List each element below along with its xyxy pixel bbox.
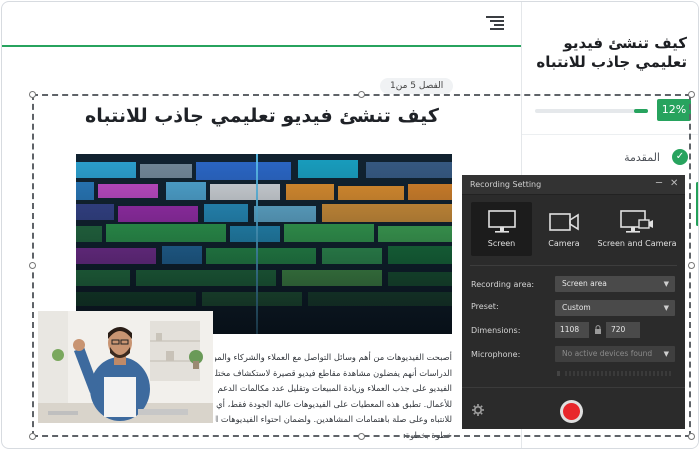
chapter-indicator: الفصل 5 من1 bbox=[380, 78, 454, 94]
resize-handle[interactable] bbox=[29, 433, 36, 440]
preset-select[interactable]: Custom ▼ bbox=[555, 300, 675, 316]
record-button[interactable] bbox=[560, 400, 583, 423]
chevron-down-icon: ▼ bbox=[663, 304, 669, 312]
select-value: No active devices found bbox=[562, 349, 653, 358]
chevron-down-icon: ▼ bbox=[663, 350, 669, 358]
panel-titlebar[interactable]: Recording Setting ─ ✕ bbox=[462, 175, 685, 195]
camera-icon bbox=[549, 210, 579, 236]
sidebar-scrollbar[interactable] bbox=[696, 182, 698, 226]
resize-handle[interactable] bbox=[688, 91, 695, 98]
recording-area-label: Recording area: bbox=[471, 280, 535, 289]
course-title: كيف تنشئ فيديو تعليمي جاذب للانتباه bbox=[536, 34, 687, 71]
mode-label: Camera bbox=[548, 239, 580, 248]
gear-icon[interactable] bbox=[472, 404, 484, 418]
select-value: Custom bbox=[562, 303, 591, 312]
dimensions-label: Dimensions: bbox=[471, 326, 521, 335]
panel-footer-divider bbox=[462, 387, 685, 388]
mode-screen-button[interactable]: Screen bbox=[471, 202, 532, 256]
microphone-level-meter bbox=[557, 369, 675, 376]
chevron-down-icon: ▼ bbox=[663, 280, 669, 288]
mode-camera-button[interactable]: Camera bbox=[536, 202, 592, 256]
panel-title: Recording Setting bbox=[470, 180, 542, 189]
width-input[interactable]: 1108 bbox=[555, 322, 589, 338]
preset-label: Preset: bbox=[471, 302, 499, 311]
webcam-preview[interactable] bbox=[38, 311, 213, 423]
microphone-select[interactable]: No active devices found ▼ bbox=[555, 346, 675, 362]
mode-screen-and-camera-button[interactable]: Screen and Camera bbox=[595, 202, 679, 256]
panel-divider bbox=[470, 265, 677, 266]
screen-camera-icon bbox=[620, 210, 654, 236]
resize-handle[interactable] bbox=[29, 91, 36, 98]
mode-label: Screen and Camera bbox=[597, 239, 677, 248]
mode-label: Screen bbox=[487, 239, 516, 248]
record-icon bbox=[563, 403, 580, 420]
close-icon[interactable]: ✕ bbox=[670, 178, 678, 189]
height-input[interactable]: 720 bbox=[606, 322, 640, 338]
lock-icon[interactable] bbox=[594, 325, 602, 337]
minimize-icon[interactable]: ─ bbox=[656, 178, 662, 189]
recording-area-select[interactable]: Screen area ▼ bbox=[555, 276, 675, 292]
header-divider bbox=[2, 45, 521, 47]
microphone-label: Microphone: bbox=[471, 350, 521, 359]
menu-icon[interactable] bbox=[486, 16, 504, 30]
select-value: Screen area bbox=[562, 279, 607, 288]
monitor-icon bbox=[487, 210, 516, 236]
resize-handle[interactable] bbox=[358, 433, 365, 440]
resize-handle[interactable] bbox=[29, 262, 36, 269]
resize-handle[interactable] bbox=[688, 433, 695, 440]
recording-settings-panel: Recording Setting ─ ✕ Screen Camera Scre… bbox=[462, 175, 685, 429]
resize-handle[interactable] bbox=[688, 262, 695, 269]
resize-handle[interactable] bbox=[358, 91, 365, 98]
